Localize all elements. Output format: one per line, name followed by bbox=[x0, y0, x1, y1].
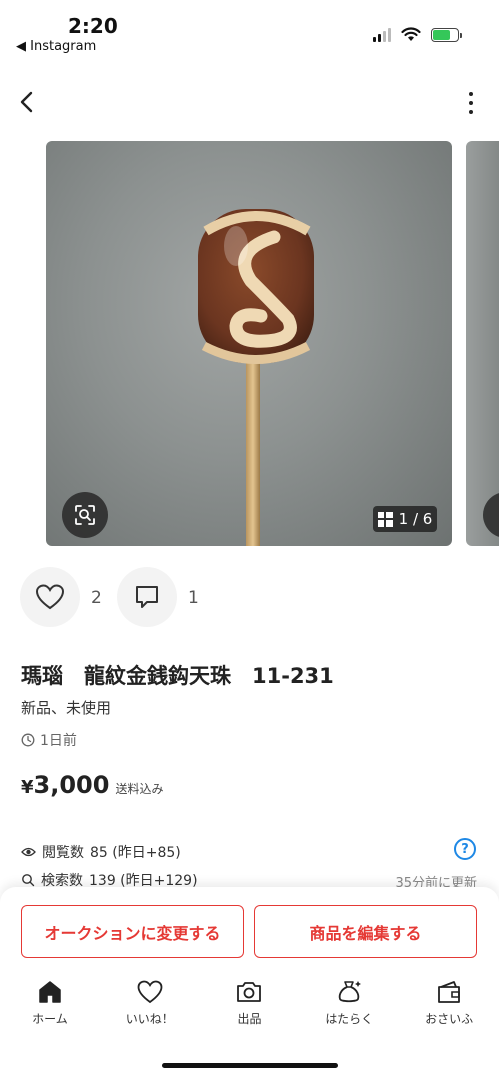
like-count: 2 bbox=[91, 588, 102, 608]
tab-bar: ホーム いいね！ 出品 はたらく おさいふ bbox=[0, 978, 499, 1038]
product-photo[interactable] bbox=[46, 141, 452, 546]
views-stat: 閲覧数 85 (昨日+85) bbox=[21, 842, 181, 862]
help-icon[interactable]: ? bbox=[454, 838, 476, 860]
wallet-icon bbox=[438, 981, 460, 1003]
comment-count: 1 bbox=[188, 588, 199, 608]
tab-likes-label: いいね！ bbox=[125, 1012, 174, 1026]
edit-product-button[interactable]: 商品を編集する bbox=[254, 905, 477, 958]
views-value: 85 (昨日+85) bbox=[90, 845, 181, 861]
back-arrow-icon[interactable] bbox=[14, 88, 42, 116]
product-photo-image bbox=[198, 209, 314, 546]
heart-icon bbox=[35, 584, 65, 610]
tab-wallet[interactable]: おさいふ bbox=[399, 978, 499, 1038]
photo-counter[interactable]: 1 / 6 bbox=[373, 506, 437, 532]
tab-wallet-label: おさいふ bbox=[425, 1012, 474, 1026]
tab-home-label: ホーム bbox=[32, 1012, 68, 1026]
scan-icon bbox=[75, 505, 95, 525]
home-indicator bbox=[162, 1063, 338, 1068]
price-amount: 3,000 bbox=[33, 771, 110, 799]
price-currency: ¥ bbox=[21, 777, 34, 798]
views-label: 閲覧数 bbox=[42, 845, 84, 861]
photo-counter-label: 1 / 6 bbox=[398, 510, 433, 528]
price: ¥ 3,000 送料込み bbox=[21, 771, 163, 799]
tab-home[interactable]: ホーム bbox=[0, 978, 100, 1038]
money-bag-icon bbox=[339, 981, 362, 1003]
image-search-button[interactable] bbox=[62, 492, 108, 538]
home-icon bbox=[39, 981, 61, 1003]
tab-work-label: はたらく bbox=[325, 1012, 374, 1026]
status-time: 2:20 bbox=[68, 14, 118, 38]
product-title: 瑪瑙 龍紋金銭鈎天珠 11-231 bbox=[21, 664, 334, 688]
posted-time-label: 1日前 bbox=[40, 733, 77, 749]
comment-icon bbox=[136, 586, 158, 608]
eye-icon bbox=[21, 847, 36, 857]
wifi-icon bbox=[401, 27, 421, 41]
status-icons bbox=[373, 27, 462, 42]
signal-icon bbox=[373, 27, 391, 42]
shipping-included: 送料込み bbox=[115, 782, 164, 796]
clock-icon bbox=[21, 733, 35, 747]
tab-likes[interactable]: いいね！ bbox=[100, 978, 200, 1038]
camera-icon bbox=[237, 982, 262, 1002]
tab-sell[interactable]: 出品 bbox=[200, 978, 300, 1038]
more-menu-icon[interactable] bbox=[467, 92, 475, 114]
tab-sell-label: 出品 bbox=[237, 1012, 262, 1026]
product-condition: 新品、未使用 bbox=[21, 699, 112, 717]
comment-button[interactable] bbox=[117, 567, 177, 627]
grid-icon bbox=[377, 511, 393, 527]
search-icon bbox=[22, 874, 35, 887]
like-button[interactable] bbox=[20, 567, 80, 627]
battery-icon bbox=[431, 27, 462, 42]
heart-icon bbox=[137, 980, 163, 1004]
back-to-app-link[interactable]: ◀ Instagram bbox=[16, 39, 96, 54]
change-to-auction-button[interactable]: オークションに変更する bbox=[21, 905, 244, 958]
next-photo-preview[interactable] bbox=[466, 141, 499, 546]
tab-work[interactable]: はたらく bbox=[299, 978, 399, 1038]
posted-time: 1日前 bbox=[21, 730, 77, 750]
